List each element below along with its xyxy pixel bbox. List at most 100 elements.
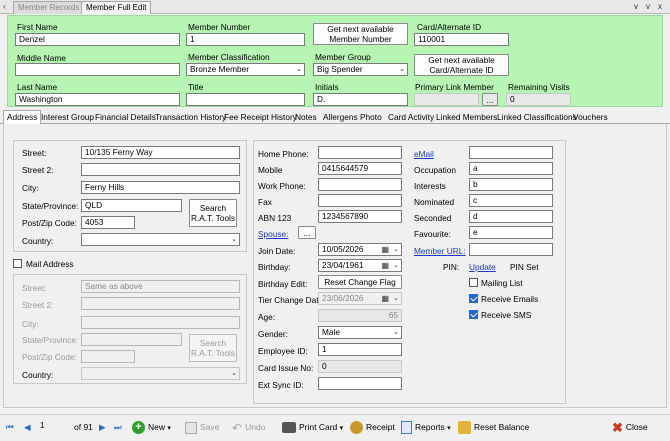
title-label: Title: [188, 82, 204, 92]
occupation-input[interactable]: a: [469, 162, 553, 175]
spouse-button[interactable]: ...: [298, 226, 316, 239]
print-card-label: Print Card: [299, 422, 338, 432]
mailing-list-checkbox[interactable]: [469, 278, 478, 287]
street2-input[interactable]: [81, 163, 240, 176]
gender-select[interactable]: Male ⌄: [318, 326, 402, 339]
calendar-icon[interactable]: ▦: [381, 260, 389, 271]
prev-record-icon[interactable]: ◀: [24, 419, 31, 435]
birthday-picker[interactable]: 23/04/1961 ▦ ⌄: [318, 259, 402, 272]
receive-sms-checkbox[interactable]: [469, 310, 478, 319]
receive-emails-checkbox[interactable]: [469, 294, 478, 303]
reset-balance-button[interactable]: Reset Balance: [458, 419, 529, 435]
first-name-label: First Name: [17, 22, 58, 32]
street-input[interactable]: 10/135 Ferny Way: [81, 146, 240, 159]
state-label: State/Province:: [22, 201, 79, 211]
chevron-down-icon[interactable]: v: [634, 2, 638, 11]
birthday-label: Birthday:: [258, 262, 291, 272]
close-icon[interactable]: x: [658, 2, 662, 11]
mail-street-input: Same as above: [81, 280, 240, 293]
receipt-icon: [350, 421, 363, 435]
tab-interest-group[interactable]: Interest Group: [37, 110, 98, 124]
chevron-left-icon[interactable]: ‹: [3, 2, 6, 11]
tab-address[interactable]: Address: [3, 110, 42, 125]
nominated-input[interactable]: c: [469, 194, 553, 207]
tab-fee-receipt-history[interactable]: Fee Receipt History: [220, 110, 301, 124]
first-name-input[interactable]: Denzel: [15, 33, 180, 46]
join-date-picker[interactable]: 10/05/2026 ▦ ⌄: [318, 243, 402, 256]
tab-photo[interactable]: Photo: [356, 110, 386, 124]
mail-search-rat-tools-button: Search R.A.T. Tools: [189, 334, 237, 362]
mobile-input[interactable]: 0415644579: [318, 162, 402, 175]
next-record-icon[interactable]: ▶: [99, 419, 106, 435]
fax-input[interactable]: [318, 194, 402, 207]
home-phone-input[interactable]: [318, 146, 402, 159]
abn-input[interactable]: 1234567890: [318, 210, 402, 223]
tab-linked-members[interactable]: Linked Members: [432, 110, 501, 124]
receipt-button[interactable]: Receipt: [350, 419, 395, 435]
first-record-icon[interactable]: ⏮: [6, 419, 14, 435]
mail-street-label: Street:: [22, 283, 47, 293]
seconded-input[interactable]: d: [469, 210, 553, 223]
middle-name-input[interactable]: [15, 63, 180, 76]
interests-input[interactable]: b: [469, 178, 553, 191]
reset-balance-icon: [458, 421, 471, 435]
tab-card-activity[interactable]: Card Activity: [384, 110, 438, 124]
chevron-down-icon: ⌄: [393, 295, 399, 302]
primary-link-button[interactable]: ...: [482, 93, 498, 106]
member-classification-select[interactable]: Bronze Member ⌄: [186, 63, 305, 76]
country-select[interactable]: ⌄: [81, 233, 240, 246]
get-card-id-button[interactable]: Get next available Card/Alternate ID: [414, 54, 509, 76]
tab-financial-details[interactable]: Financial Details: [91, 110, 160, 124]
chevron-down-icon-2[interactable]: v: [646, 2, 650, 11]
record-number-input[interactable]: 1: [37, 420, 70, 433]
favourite-input[interactable]: e: [469, 226, 553, 239]
title-input[interactable]: [186, 93, 305, 106]
primary-link-label: Primary Link Member: [415, 82, 494, 92]
tab-linked-classifications[interactable]: Linked Classifications: [493, 110, 581, 124]
pin-update-link[interactable]: Update: [469, 262, 496, 272]
print-card-button[interactable]: Print Card ▾: [282, 419, 343, 435]
spouse-link[interactable]: Spouse:: [258, 229, 288, 239]
employee-id-input[interactable]: 1: [318, 343, 402, 356]
close-button[interactable]: ✖ Close: [612, 419, 648, 435]
city-input[interactable]: Ferny Hills: [81, 181, 240, 194]
close-person-icon: ✖: [612, 419, 623, 435]
work-phone-input[interactable]: [318, 178, 402, 191]
tab-notes[interactable]: Notes: [291, 110, 321, 124]
post-code-input[interactable]: 4053: [81, 216, 135, 229]
reset-change-flag-button[interactable]: Reset Change Flag: [318, 275, 402, 289]
calendar-icon[interactable]: ▦: [381, 244, 389, 255]
street2-label: Street 2:: [22, 165, 54, 175]
primary-link-input[interactable]: [414, 93, 479, 106]
mail-address-label: Mail Address: [26, 259, 74, 269]
tab-member-records[interactable]: Member Records: [13, 1, 85, 14]
last-name-input[interactable]: Washington: [15, 93, 180, 106]
last-record-icon[interactable]: ⏭: [114, 419, 122, 435]
new-button[interactable]: + New ▾: [132, 419, 171, 435]
email-input[interactable]: [469, 146, 553, 159]
tab-vouchers[interactable]: Vouchers: [569, 110, 612, 124]
initials-input[interactable]: D.: [313, 93, 408, 106]
card-id-label: Card/Alternate ID: [417, 22, 482, 32]
tab-transaction-history[interactable]: Transaction History: [151, 110, 230, 124]
mailing-list-label: Mailing List: [481, 278, 523, 288]
card-id-input[interactable]: 110001: [414, 33, 509, 46]
nominated-label: Nominated: [414, 197, 455, 207]
mail-address-checkbox[interactable]: [13, 259, 22, 268]
member-group-select[interactable]: Big Spender ⌄: [313, 63, 408, 76]
ext-sync-input[interactable]: [318, 377, 402, 390]
receive-sms-label: Receive SMS: [481, 310, 532, 320]
member-number-input[interactable]: 1: [186, 33, 305, 46]
email-link[interactable]: eMail: [414, 149, 434, 159]
search-rat-tools-button[interactable]: Search R.A.T. Tools: [189, 199, 237, 227]
middle-name-label: Middle Name: [17, 53, 66, 63]
member-classification-label: Member Classification: [188, 52, 270, 62]
state-input[interactable]: QLD: [81, 199, 182, 212]
get-member-number-button[interactable]: Get next available Member Number: [313, 23, 408, 45]
mail-city-input: [81, 316, 240, 329]
report-icon: [401, 421, 412, 435]
reports-button[interactable]: Reports ▾: [401, 419, 451, 435]
tab-member-full-edit[interactable]: Member Full Edit: [81, 1, 152, 14]
member-url-input[interactable]: [469, 243, 553, 256]
member-url-link[interactable]: Member URL:: [414, 246, 466, 256]
